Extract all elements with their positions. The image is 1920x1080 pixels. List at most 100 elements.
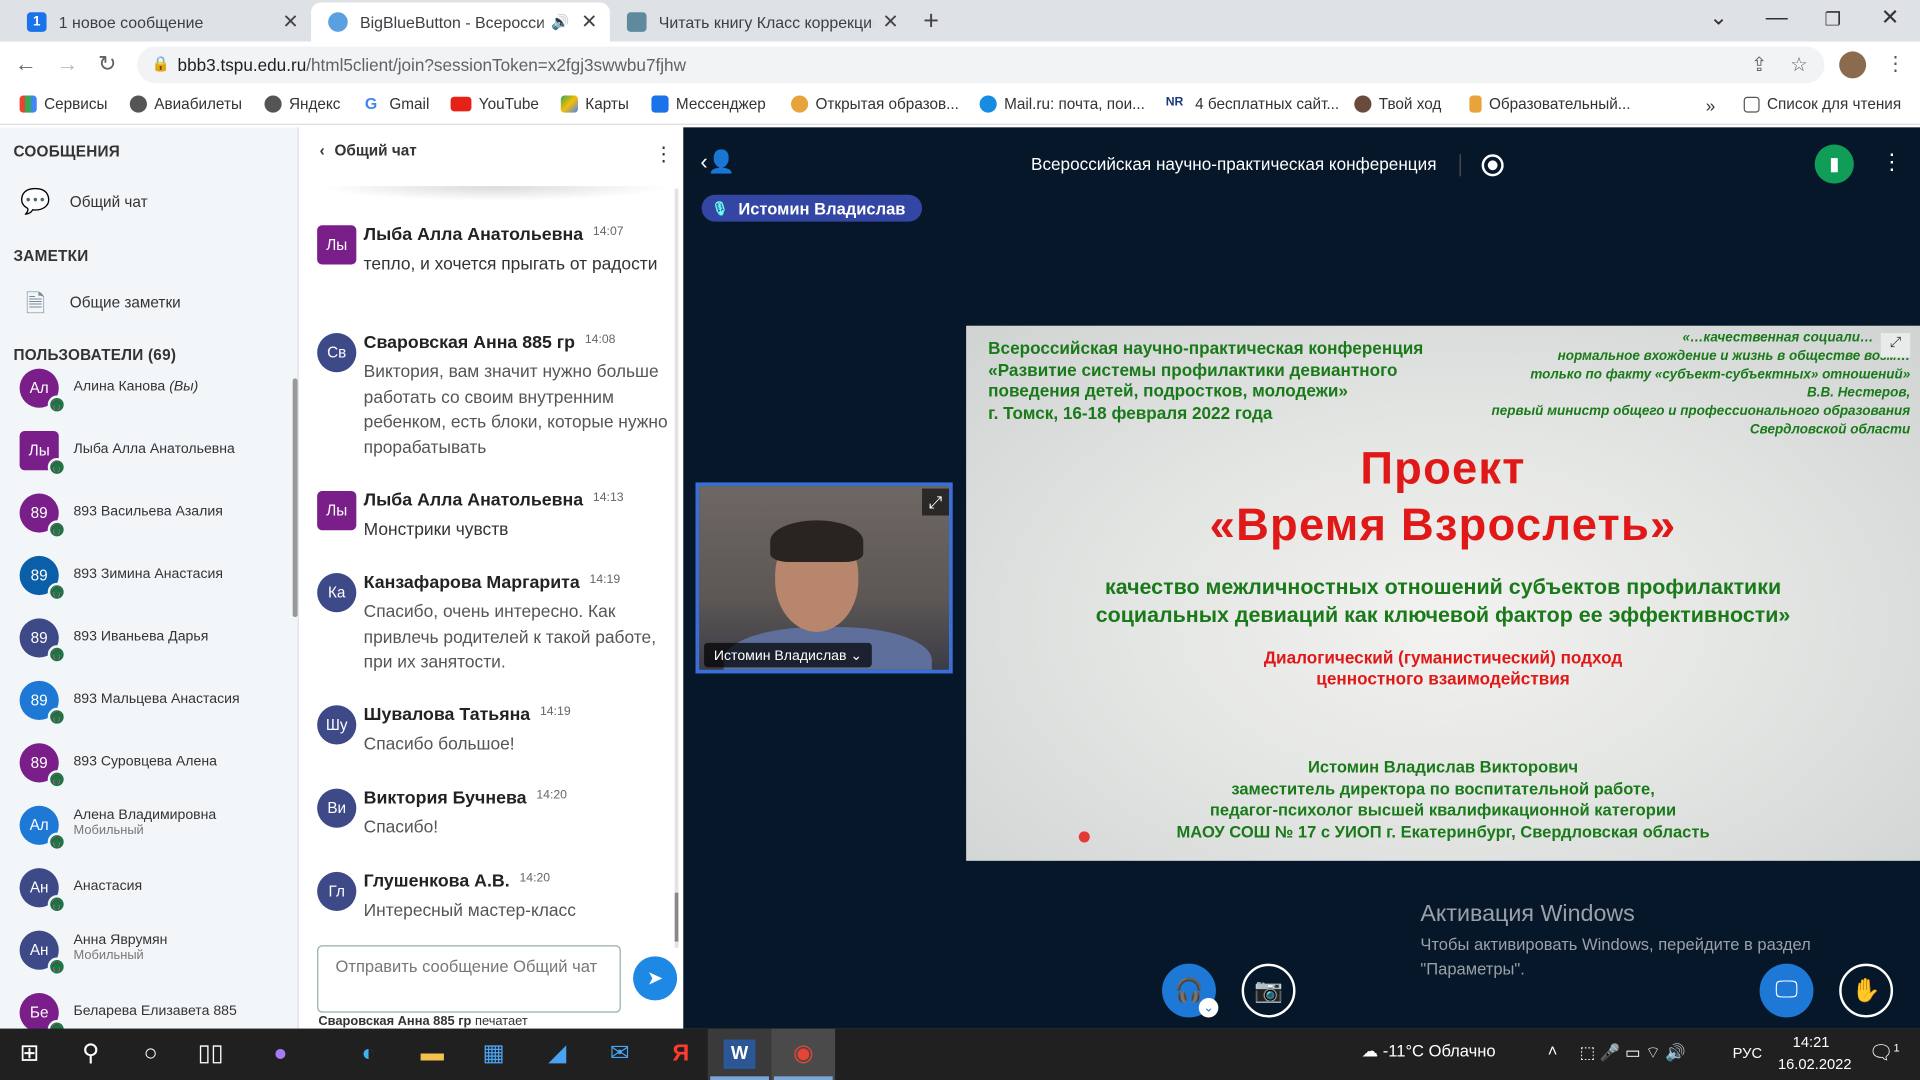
tab-search-icon[interactable]: ⌄ [1709,5,1727,31]
headphones-icon: 🎧 [47,832,67,852]
leave-audio-button[interactable]: 🎧 ⌄ [1162,963,1219,1018]
forward-icon[interactable]: → [56,51,78,77]
reading-list-button[interactable]: Список для чтения [1743,96,1901,113]
reload-icon[interactable]: ↻ [98,51,116,77]
close-tab-icon[interactable]: ✕ [882,10,898,34]
network-app-icon[interactable]: ◢ [541,1040,573,1069]
message-time: 14:20 [536,788,567,803]
clock-date[interactable]: 16.02.2022 [1778,1056,1852,1073]
slide-text: нормальное вхождение и жизнь в обществе … [1557,348,1911,364]
meeting-options-icon[interactable]: ⋮ [1881,149,1903,175]
recording-indicator[interactable] [1481,154,1504,177]
close-tab-icon[interactable]: ✕ [282,10,298,34]
maximize-button[interactable]: ❐ [1824,9,1840,31]
chrome-icon[interactable]: ◉ [787,1040,819,1069]
maps-icon [560,95,578,113]
sender-name: Глушенкова А.В. [363,871,510,892]
chevron-left-icon[interactable]: ‹ [320,142,325,159]
bookmark-open-education[interactable]: Открытая образов... [791,95,959,113]
bookmark-flights[interactable]: Авиабилеты [129,95,242,113]
slide-text: социальных девиаций как ключевой фактор … [1095,602,1791,627]
headphones-icon: 🎧 [47,395,67,414]
user-list-panel: СООБЩЕНИЯ 💬 Общий чат ЗАМЕТКИ 🗎 Общие за… [0,127,299,1039]
toggle-user-list-icon[interactable]: ‹👤 [700,149,735,175]
close-tab-icon[interactable]: ✕ [581,10,597,34]
chat-options-icon[interactable]: ⋮ [654,142,674,166]
public-chat-label: Общий чат [69,193,148,211]
mailru-icon [979,95,997,113]
tray-icons[interactable]: ⬚ 🎤 ▭ ⌔ 🔊 [1580,1042,1686,1063]
task-view-icon[interactable]: ▯▯ [195,1040,227,1069]
search-icon[interactable]: ⚲ [75,1040,107,1069]
audio-options-icon[interactable]: ⌄ [1198,997,1219,1018]
slide-text: «…качественная социали… [1682,330,1874,346]
message-time: 14:19 [589,573,621,587]
tray-overflow-icon[interactable]: ˄ [1548,1042,1558,1060]
windows-start-icon[interactable]: ⊞ [13,1040,45,1069]
tab-bigbluebutton[interactable]: BigBlueButton - Всероссийская 🔊 ✕ [311,2,610,42]
notification-center-icon[interactable]: 🗨1 [1869,1041,1900,1065]
speaker-icon[interactable]: 🔊 [551,13,569,30]
back-icon[interactable]: ← [15,51,37,77]
talking-indicator[interactable]: 🎙 Истомин Владислав [701,194,923,222]
slide-text: «Развитие системы профилактики девиантно… [988,359,1398,379]
presentation-toggle-button[interactable]: 🖵 [1759,963,1814,1018]
public-chat-item[interactable]: 💬 Общий чат [20,186,148,218]
bookmark-gmail[interactable]: G Gmail [365,95,429,113]
message-text: Спасибо! [363,817,439,838]
profile-avatar[interactable] [1839,51,1867,79]
bookmark-maps[interactable]: Карты [560,95,629,113]
tab-read-book[interactable]: Читать книгу Класс коррекции ✕ [610,2,911,41]
alice-icon[interactable]: ● [264,1040,296,1069]
fullscreen-icon[interactable]: ⤢ [922,488,949,516]
globe-icon [264,95,282,113]
sender-name: Лыба Алла Анатольевна [363,225,584,245]
chat-header[interactable]: ‹ Общий чат [320,142,417,159]
clock-time[interactable]: 14:21 [1793,1033,1830,1050]
bookmark-mailru[interactable]: Mail.ru: почта, пои... [979,95,1145,113]
bookmark-label: Образовательный... [1488,95,1631,113]
user-list-scrollbar[interactable] [292,378,298,618]
word-icon[interactable]: W [723,1039,756,1069]
browser-menu-icon[interactable]: ⋮ [1886,51,1906,75]
edge-icon[interactable]: ◐ [353,1040,385,1069]
send-message-button[interactable]: ➤ [633,956,678,1001]
bookmark-messenger[interactable]: Мессенджер [651,95,766,113]
mail-icon[interactable]: ✉ [604,1040,636,1069]
yandex-browser-icon[interactable]: Я [665,1040,697,1069]
webcam-video[interactable]: Истомин Владислав ⌄ ⤢ [695,482,953,674]
weather-widget[interactable]: ☁ -11°C Облачно [1362,1042,1496,1062]
bookmarks-more-button[interactable]: » [1706,96,1716,116]
new-tab-button[interactable]: + [923,5,939,37]
language-indicator[interactable]: РУС [1733,1044,1762,1061]
url-field[interactable]: 🔒 bbb3.tspu.edu.ru/html5client/join?sess… [137,46,1825,84]
chat-message-input[interactable]: Отправить сообщение Общий чат [317,945,621,1013]
store-icon[interactable]: ▦ [478,1040,510,1069]
user-name: 893 Иваньева Дарья [73,629,208,644]
connection-status-icon[interactable]: ▮ [1814,144,1854,184]
bookmark-educational[interactable]: Образовательный... [1469,95,1631,113]
slide-quote: «…качественная социали… нормальное вхожд… [1445,329,1911,439]
bookmark-your-move[interactable]: Твой ход [1354,95,1441,113]
bookmark-free-sites[interactable]: NR 4 бесплатных сайт... [1166,96,1339,113]
file-explorer-icon[interactable]: ▬ [416,1040,448,1069]
bookmark-services[interactable]: Сервисы [19,95,108,113]
tab-new-message[interactable]: 1 1 новое сообщение ✕ [10,2,311,41]
webcam-username[interactable]: Истомин Владислав ⌄ [704,642,873,668]
user-device: Мобильный [73,822,144,838]
bookmark-youtube[interactable]: YouTube [450,96,539,113]
shared-notes-label: Общие заметки [69,293,181,312]
chat-scrollbar[interactable] [674,188,679,948]
expand-slide-icon[interactable]: ⤢ [1880,333,1911,358]
raise-hand-button[interactable]: ✋ [1839,963,1894,1018]
bookmark-star-icon[interactable]: ☆ [1790,53,1808,77]
message-text: тепло, и хочется прыгать от радости [363,254,658,275]
bookmark-yandex[interactable]: Яндекс [264,95,340,113]
share-icon[interactable]: ⇪ [1751,53,1767,77]
shared-notes-item[interactable]: 🗎 Общие заметки [20,287,181,318]
share-webcam-button[interactable]: 📷 [1241,963,1296,1018]
close-window-button[interactable]: ✕ [1881,5,1899,31]
message-text: Спасибо большое! [363,734,515,755]
minimize-button[interactable]: — [1766,5,1788,31]
cortana-icon[interactable]: ○ [135,1040,167,1069]
